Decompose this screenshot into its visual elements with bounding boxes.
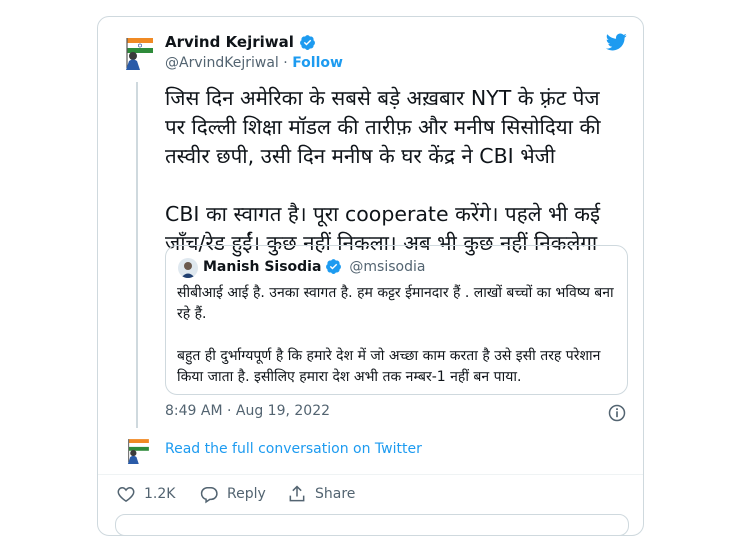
info-icon[interactable] (607, 403, 627, 423)
heart-icon (117, 486, 135, 502)
author-name[interactable]: Arvind Kejriwal (165, 33, 316, 51)
reply-author-avatar (124, 436, 152, 464)
author-handle-row: @ArvindKejriwal · Follow (165, 55, 343, 71)
reply-label: Reply (227, 486, 266, 502)
author-name-text[interactable]: Arvind Kejriwal (165, 33, 294, 51)
handle-separator: · (283, 55, 288, 71)
follow-button[interactable]: Follow (292, 55, 343, 71)
like-button[interactable]: 1.2K (116, 484, 175, 504)
share-label: Share (315, 486, 356, 502)
quoted-author-handle: @msisodia (349, 258, 426, 275)
share-icon (289, 485, 305, 502)
reply-button[interactable]: Reply (199, 484, 266, 504)
quoted-text: सीबीआई आई है. उनका स्वागत है. हम कट्टर ई… (177, 285, 614, 385)
quoted-avatar (178, 258, 198, 278)
quoted-header: Manish Sisodia @msisodia (203, 258, 425, 275)
twitter-bird-icon[interactable] (604, 31, 628, 53)
tweet-timestamp[interactable]: 8:49 AM · Aug 19, 2022 (165, 403, 330, 419)
next-card-edge (115, 514, 629, 536)
action-divider (98, 474, 643, 475)
verified-badge-icon (326, 259, 342, 274)
verified-badge-icon (299, 34, 315, 50)
tweet-text: जिस दिन अमेरिका के सबसे बड़े अख़बार NYT … (165, 86, 601, 255)
thread-line (136, 82, 138, 428)
reply-bubble-icon (200, 487, 218, 504)
read-full-conversation-link[interactable]: Read the full conversation on Twitter (165, 441, 422, 457)
author-handle[interactable]: @ArvindKejriwal (165, 55, 279, 71)
quoted-tweet[interactable]: Manish Sisodia @msisodia सीबीआई आई है. उ… (165, 245, 628, 395)
share-button[interactable]: Share (287, 484, 355, 504)
quoted-author-name: Manish Sisodia (203, 258, 322, 275)
author-avatar[interactable] (121, 34, 157, 70)
like-count: 1.2K (144, 486, 176, 502)
